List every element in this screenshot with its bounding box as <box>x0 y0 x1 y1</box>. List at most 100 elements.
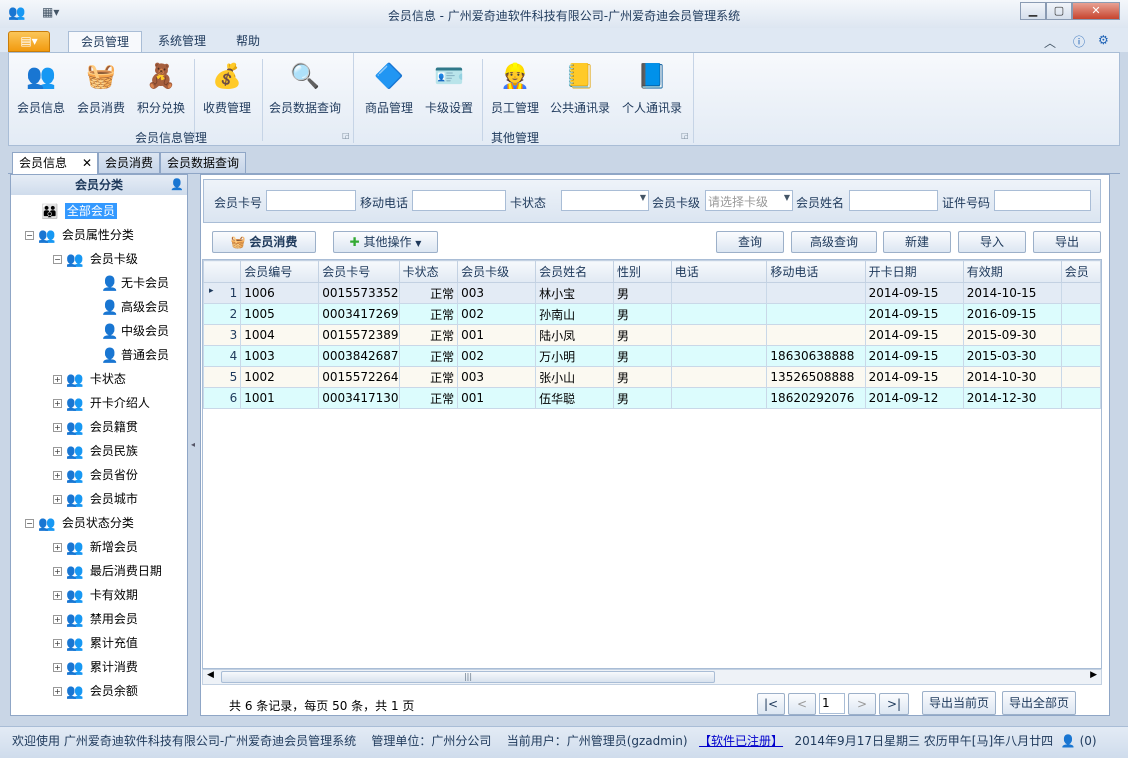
doc-tab-member-data-query[interactable]: 会员数据查询 <box>160 152 247 174</box>
table-cell[interactable] <box>1060 387 1101 409</box>
expand-icon[interactable]: + <box>53 471 62 480</box>
table-row[interactable]: 3 1004 0015572389 正常 001 陆小凤男 2014-09-15 2015-0… <box>203 324 1101 346</box>
table-cell[interactable]: 男 <box>613 345 672 367</box>
table-cell[interactable]: 1002 <box>240 366 320 388</box>
table-cell[interactable] <box>1060 345 1101 367</box>
table-cell[interactable]: 男 <box>613 303 672 325</box>
tree-node-status-group[interactable]: − 👥 会员状态分类 <box>11 511 187 535</box>
tree-node-card-level-item[interactable]: 👤 普通会员 <box>11 343 187 367</box>
import-button[interactable]: 导入 <box>958 231 1026 253</box>
table-cell[interactable]: 0003417130 <box>318 387 400 409</box>
new-button[interactable]: 新建 <box>883 231 951 253</box>
public-contacts-button[interactable]: 📒 公共通讯录 <box>545 59 615 116</box>
horizontal-scrollbar[interactable]: ◀ ||| ▶ <box>202 669 1102 685</box>
tree-node-status-item[interactable]: + 👥 累计充值 <box>11 631 187 655</box>
tree-node-attr-item[interactable]: + 👥 会员省份 <box>11 463 187 487</box>
table-cell[interactable]: 18620292076 <box>766 387 866 409</box>
tree-node-attr-item[interactable]: + 👥 会员民族 <box>11 439 187 463</box>
table-cell[interactable]: 001 <box>457 387 537 409</box>
dialog-launcher-icon[interactable]: ◲ <box>342 131 350 140</box>
column-header[interactable]: 卡状态 <box>398 260 459 283</box>
page-input[interactable]: 1 <box>819 693 845 714</box>
tree-node-card-level[interactable]: − 👥 会员卡级 <box>11 247 187 271</box>
table-cell[interactable]: 正常 <box>398 324 459 346</box>
fee-management-button[interactable]: 💰 收费管理 <box>197 59 257 116</box>
card-no-input[interactable] <box>266 190 356 211</box>
column-header[interactable]: 会员 <box>1060 260 1101 283</box>
table-cell[interactable] <box>1060 282 1101 304</box>
maximize-button[interactable]: ▢ <box>1046 2 1072 20</box>
collapse-ribbon-icon[interactable]: ︿ <box>1044 34 1056 51</box>
close-tab-icon[interactable]: ✕ <box>82 153 92 173</box>
table-cell[interactable]: 2014-09-15 <box>864 366 964 388</box>
member-consume-button[interactable]: 🧺 会员消费 <box>71 59 131 116</box>
table-cell[interactable]: 2014-09-15 <box>864 345 964 367</box>
table-cell[interactable]: 001 <box>457 324 537 346</box>
table-cell[interactable] <box>766 324 866 346</box>
table-row[interactable]: ▸ 1 1006 0015573352 正常 003 林小宝男 2014-09-15 2014… <box>203 282 1101 304</box>
first-page-button[interactable]: |< <box>757 693 785 715</box>
points-exchange-button[interactable]: 🧸 积分兑换 <box>131 59 191 116</box>
name-input[interactable] <box>849 190 938 211</box>
member-consume-button[interactable]: 🧺 会员消费 <box>212 231 316 253</box>
info-icon[interactable]: ⓘ <box>1073 33 1085 50</box>
member-data-query-button[interactable]: 🔍 会员数据查询 <box>265 59 345 116</box>
table-cell[interactable] <box>670 303 768 325</box>
app-menu-button[interactable]: ▤▾ <box>8 31 50 52</box>
column-header[interactable]: 有效期 <box>962 260 1062 283</box>
advanced-query-button[interactable]: 高级查询 <box>791 231 877 253</box>
table-cell[interactable]: 0015572389 <box>318 324 400 346</box>
expand-icon[interactable]: + <box>53 567 62 576</box>
table-cell[interactable]: 13526508888 <box>766 366 866 388</box>
panel-settings-icon[interactable]: 👤 <box>170 175 184 195</box>
table-row[interactable]: 6 1001 0003417130 正常 001 伍华聪男 18620292076 2014-… <box>203 387 1101 409</box>
expand-icon[interactable]: + <box>53 495 62 504</box>
tree-node-status-item[interactable]: + 👥 会员余额 <box>11 679 187 703</box>
card-level-settings-button[interactable]: 🪪 卡级设置 <box>419 59 479 116</box>
column-header[interactable]: 移动电话 <box>766 260 866 283</box>
member-info-button[interactable]: 👥 会员信息 <box>11 59 71 116</box>
tree-node-attr-item[interactable]: + 👥 卡状态 <box>11 367 187 391</box>
last-page-button[interactable]: >| <box>879 693 909 715</box>
tree-node-card-level-item[interactable]: 👤 中级会员 <box>11 319 187 343</box>
next-page-button[interactable]: > <box>848 693 876 715</box>
panel-splitter[interactable]: ◂ <box>189 174 197 716</box>
table-cell[interactable] <box>1060 366 1101 388</box>
dropdown-arrow-icon[interactable]: ▼ <box>784 193 790 202</box>
expand-icon[interactable]: + <box>53 423 62 432</box>
table-cell[interactable]: 男 <box>613 282 672 304</box>
tree-node-status-item[interactable]: + 👥 累计消费 <box>11 655 187 679</box>
tree-node-status-item[interactable]: + 👥 新增会员 <box>11 535 187 559</box>
table-cell[interactable]: 002 <box>457 345 537 367</box>
expand-icon[interactable]: + <box>53 399 62 408</box>
tree-node-all-members[interactable]: 👪 全部会员 <box>11 199 187 223</box>
export-all-pages-button[interactable]: 导出全部页 <box>1002 691 1076 715</box>
table-cell[interactable]: 正常 <box>398 366 459 388</box>
collapse-icon[interactable]: − <box>53 255 62 264</box>
table-cell[interactable]: 孙南山 <box>535 303 615 325</box>
table-row[interactable]: 5 1002 0015572264 正常 003 张小山男 13526508888 2014-… <box>203 366 1101 388</box>
table-row[interactable]: 2 1005 0003417269 正常 002 孙南山男 2014-09-15 2016-0… <box>203 303 1101 325</box>
minimize-button[interactable]: ▁ <box>1020 2 1046 20</box>
table-cell[interactable]: 2014-09-15 <box>864 303 964 325</box>
table-cell[interactable]: 男 <box>613 387 672 409</box>
collapse-icon[interactable]: − <box>25 231 34 240</box>
table-cell[interactable] <box>1060 324 1101 346</box>
table-cell[interactable]: 2015-09-30 <box>962 324 1062 346</box>
tab-help[interactable]: 帮助 <box>224 31 272 52</box>
table-cell[interactable]: 1003 <box>240 345 320 367</box>
tree-node-attr-item[interactable]: + 👥 开卡介绍人 <box>11 391 187 415</box>
expand-icon[interactable]: + <box>53 447 62 456</box>
registered-link[interactable]: 【软件已注册】 <box>699 734 783 748</box>
table-cell[interactable] <box>1060 303 1101 325</box>
prev-page-button[interactable]: < <box>788 693 816 715</box>
table-cell[interactable] <box>766 282 866 304</box>
personal-contacts-button[interactable]: 📘 个人通讯录 <box>617 59 687 116</box>
table-cell[interactable] <box>670 366 768 388</box>
table-cell[interactable]: 男 <box>613 324 672 346</box>
close-button[interactable]: ✕ <box>1072 2 1120 20</box>
settings-icon[interactable]: ⚙ <box>1098 33 1109 47</box>
expand-icon[interactable]: + <box>53 615 62 624</box>
tree-node-status-item[interactable]: + 👥 卡有效期 <box>11 583 187 607</box>
staff-management-button[interactable]: 👷 员工管理 <box>485 59 545 116</box>
